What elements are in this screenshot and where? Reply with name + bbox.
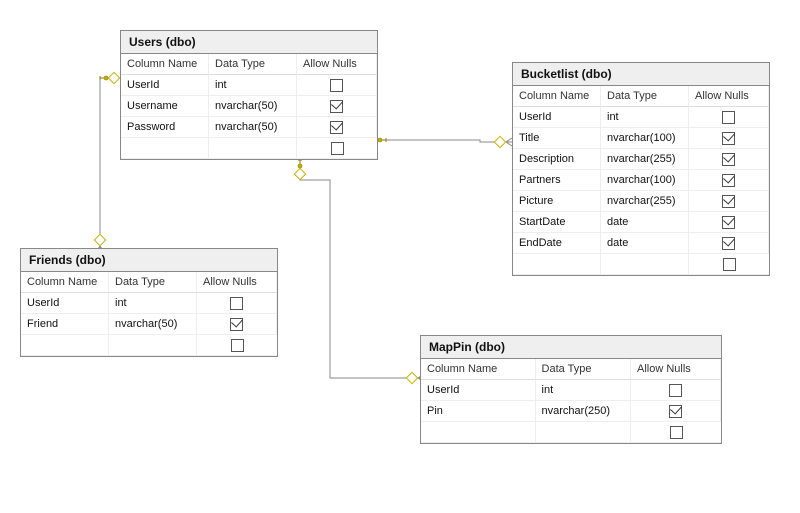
checkbox-icon: [722, 195, 735, 208]
cell-empty: [601, 254, 689, 275]
cell-nulls[interactable]: [689, 170, 769, 191]
column-header-name: Column Name: [513, 86, 601, 107]
cell-col: UserId: [21, 293, 109, 314]
cell-empty: [536, 422, 631, 443]
cell-nulls[interactable]: [689, 212, 769, 233]
table-grid: Column Name Data Type Allow Nulls UserId…: [121, 54, 377, 159]
cell-col: Pin: [421, 401, 536, 422]
checkbox-icon: [722, 111, 735, 124]
cell-type: nvarchar(255): [601, 191, 689, 212]
cell-col: Username: [121, 96, 209, 117]
cell-nulls[interactable]: [689, 191, 769, 212]
cell-nulls[interactable]: [297, 117, 377, 138]
cell-type: int: [601, 107, 689, 128]
column-header-nulls: Allow Nulls: [631, 359, 721, 380]
column-header-name: Column Name: [421, 359, 536, 380]
checkbox-icon: [330, 100, 343, 113]
checkbox-icon: [722, 237, 735, 250]
cell-type: date: [601, 233, 689, 254]
cell-col: Password: [121, 117, 209, 138]
cell-type: nvarchar(250): [536, 401, 631, 422]
checkbox-icon: [330, 121, 343, 134]
column-header-nulls: Allow Nulls: [689, 86, 769, 107]
cell-col: Friend: [21, 314, 109, 335]
checkbox-icon: [722, 174, 735, 187]
column-header-type: Data Type: [109, 272, 197, 293]
cell-type: int: [109, 293, 197, 314]
table-grid: Column Name Data Type Allow Nulls UserId…: [421, 359, 721, 443]
checkbox-icon: [230, 318, 243, 331]
cell-col: UserId: [121, 75, 209, 96]
cell-col: UserId: [421, 380, 536, 401]
checkbox-icon: [670, 426, 683, 439]
table-grid: Column Name Data Type Allow Nulls UserId…: [513, 86, 769, 275]
column-header-type: Data Type: [601, 86, 689, 107]
column-header-name: Column Name: [21, 272, 109, 293]
column-header-type: Data Type: [536, 359, 631, 380]
cell-type: int: [209, 75, 297, 96]
table-title: Friends (dbo): [21, 249, 277, 272]
cell-empty: [513, 254, 601, 275]
column-header-type: Data Type: [209, 54, 297, 75]
table-grid: Column Name Data Type Allow Nulls UserId…: [21, 272, 277, 356]
cell-nulls[interactable]: [197, 335, 277, 356]
cell-nulls[interactable]: [297, 75, 377, 96]
cell-type: nvarchar(100): [601, 170, 689, 191]
table-title: Bucketlist (dbo): [513, 63, 769, 86]
cell-empty: [21, 335, 109, 356]
cell-nulls[interactable]: [197, 293, 277, 314]
cell-type: date: [601, 212, 689, 233]
cell-empty: [421, 422, 536, 443]
cell-nulls[interactable]: [297, 96, 377, 117]
checkbox-icon: [722, 216, 735, 229]
cell-nulls[interactable]: [689, 149, 769, 170]
table-mappin[interactable]: MapPin (dbo) Column Name Data Type Allow…: [420, 335, 722, 444]
cell-nulls[interactable]: [689, 107, 769, 128]
cell-type: int: [536, 380, 631, 401]
cell-type: nvarchar(50): [109, 314, 197, 335]
column-header-nulls: Allow Nulls: [197, 272, 277, 293]
cell-nulls[interactable]: [689, 254, 769, 275]
checkbox-icon: [669, 405, 682, 418]
checkbox-icon: [669, 384, 682, 397]
cell-type: nvarchar(50): [209, 117, 297, 138]
cell-col: Description: [513, 149, 601, 170]
cell-col: EndDate: [513, 233, 601, 254]
column-header-name: Column Name: [121, 54, 209, 75]
checkbox-icon: [723, 258, 736, 271]
checkbox-icon: [722, 153, 735, 166]
cell-nulls[interactable]: [631, 401, 721, 422]
cell-col: UserId: [513, 107, 601, 128]
cell-col: Title: [513, 128, 601, 149]
cell-nulls[interactable]: [297, 138, 377, 159]
table-title: Users (dbo): [121, 31, 377, 54]
cell-nulls[interactable]: [631, 422, 721, 443]
checkbox-icon: [331, 142, 344, 155]
cell-type: nvarchar(100): [601, 128, 689, 149]
cell-empty: [109, 335, 197, 356]
cell-nulls[interactable]: [689, 128, 769, 149]
checkbox-icon: [230, 297, 243, 310]
checkbox-icon: [330, 79, 343, 92]
table-bucketlist[interactable]: Bucketlist (dbo) Column Name Data Type A…: [512, 62, 770, 276]
column-header-nulls: Allow Nulls: [297, 54, 377, 75]
cell-type: nvarchar(50): [209, 96, 297, 117]
checkbox-icon: [722, 132, 735, 145]
cell-empty: [121, 138, 209, 159]
cell-nulls[interactable]: [689, 233, 769, 254]
cell-empty: [209, 138, 297, 159]
table-friends[interactable]: Friends (dbo) Column Name Data Type Allo…: [20, 248, 278, 357]
table-users[interactable]: Users (dbo) Column Name Data Type Allow …: [120, 30, 378, 160]
cell-type: nvarchar(255): [601, 149, 689, 170]
cell-col: StartDate: [513, 212, 601, 233]
cell-col: Picture: [513, 191, 601, 212]
checkbox-icon: [231, 339, 244, 352]
table-title: MapPin (dbo): [421, 336, 721, 359]
cell-col: Partners: [513, 170, 601, 191]
cell-nulls[interactable]: [631, 380, 721, 401]
cell-nulls[interactable]: [197, 314, 277, 335]
